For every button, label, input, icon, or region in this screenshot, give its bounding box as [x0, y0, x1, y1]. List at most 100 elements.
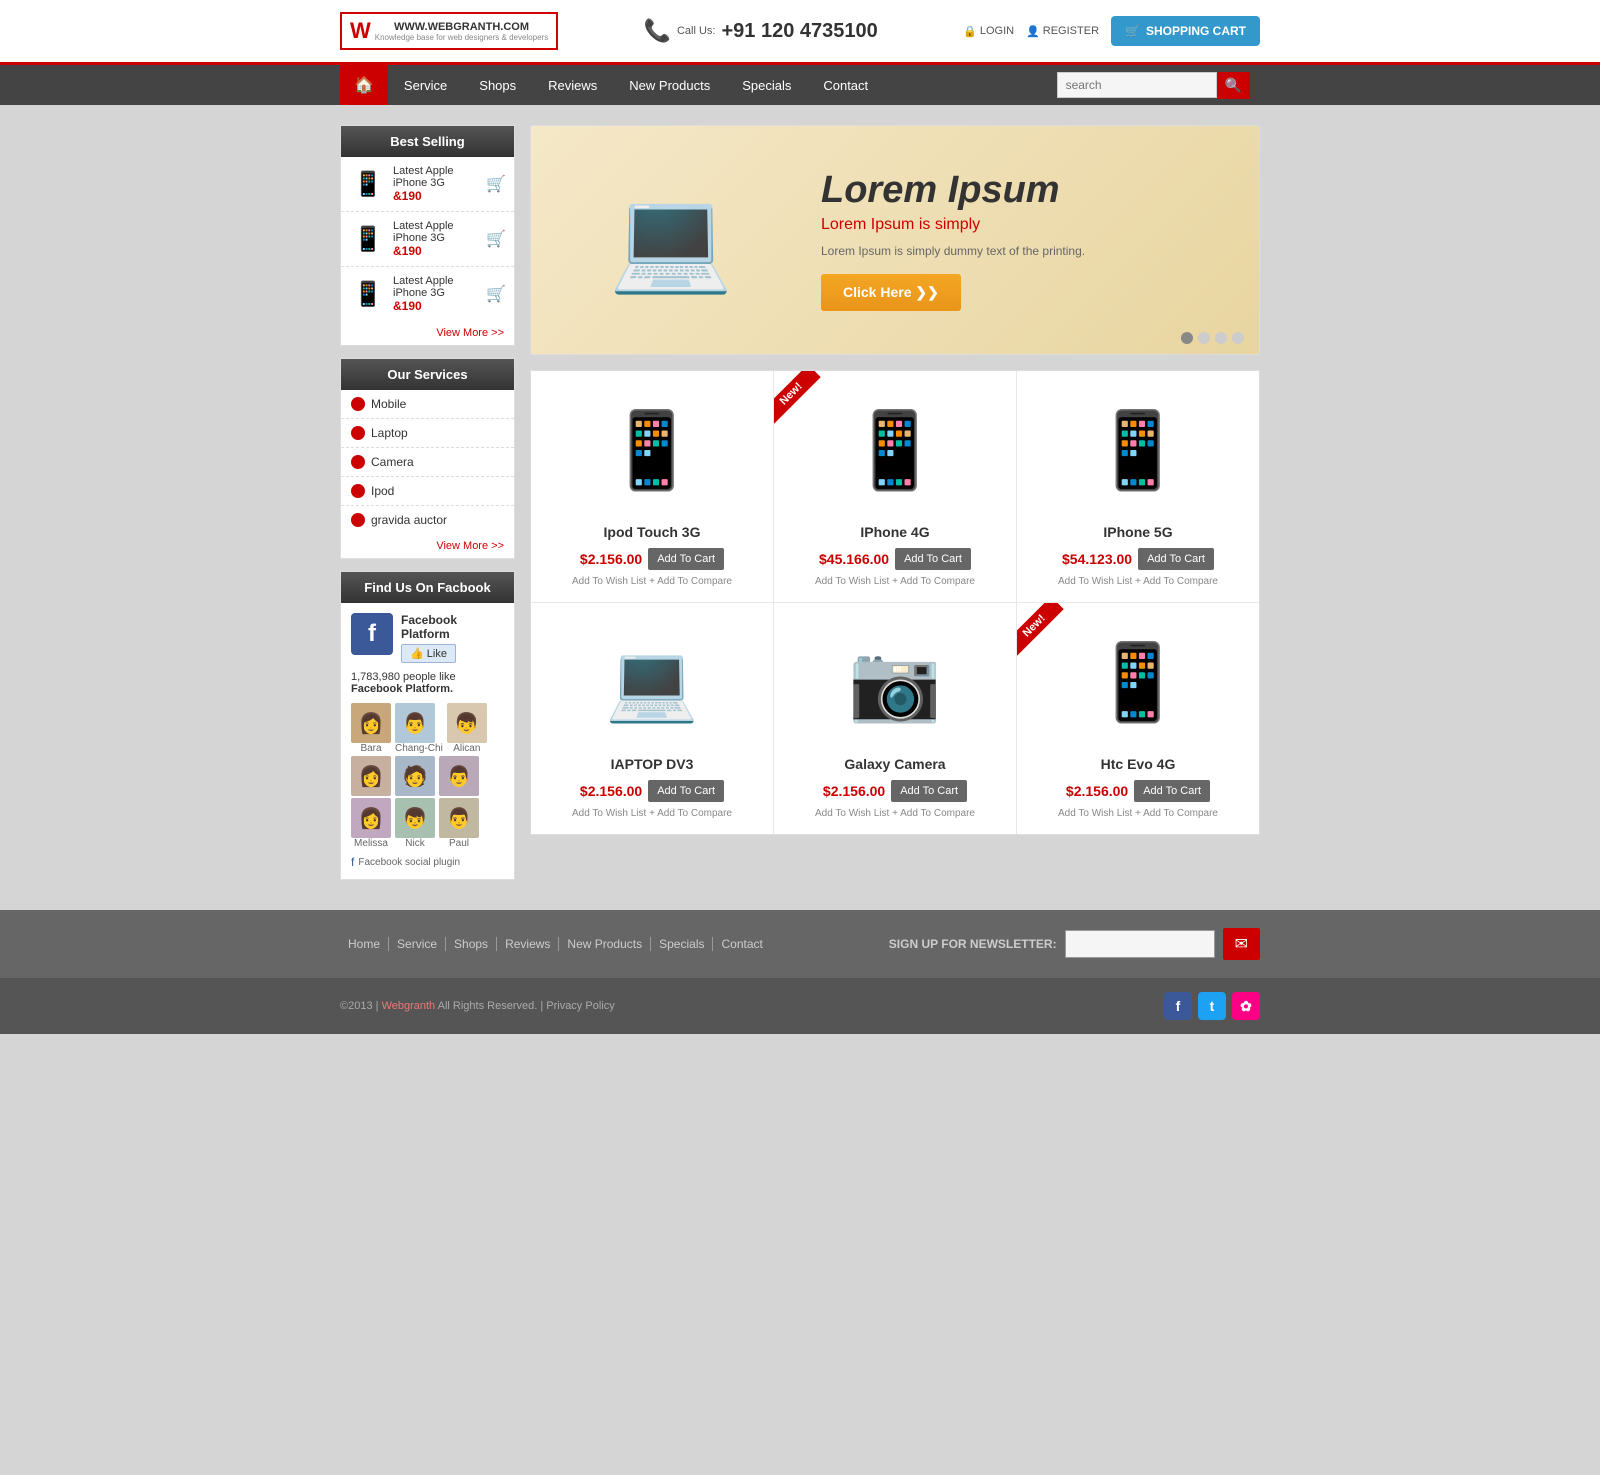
product-4-image: 💻: [546, 618, 758, 748]
view-more-products[interactable]: View More >>: [341, 321, 514, 345]
product-3-image: 📱: [1032, 386, 1244, 516]
add-to-cart-4[interactable]: Add To Cart: [648, 780, 724, 802]
add-to-cart-1[interactable]: Add To Cart: [648, 548, 724, 570]
product-3-name: IPhone 5G: [1032, 524, 1244, 540]
footer-nav-section: Home Service Shops Reviews New Products …: [0, 910, 1600, 978]
facebook-title: Find Us On Facbook: [341, 572, 514, 603]
product-card-4: 💻 IAPTOP DV3 $2.156.00 Add To Cart Add T…: [531, 603, 773, 834]
service-dot-5: [351, 513, 365, 527]
product-2-actions: Add To Wish List + Add To Compare: [789, 576, 1001, 587]
fb-avatar-row2: 👩 🧑 👨: [351, 756, 504, 796]
cart-add-icon-2[interactable]: 🛒: [486, 229, 506, 249]
fb-avatar-bara: 👩: [351, 703, 391, 743]
service-dot-4: [351, 484, 365, 498]
dot-3[interactable]: [1215, 332, 1227, 344]
facebook-section: Find Us On Facbook f Facebook Platform 👍…: [340, 571, 515, 880]
newsletter-submit[interactable]: ✉: [1223, 928, 1260, 960]
logo-text: WWW.WEBGRANTH.COM: [375, 21, 548, 33]
footer-shops[interactable]: Shops: [446, 937, 497, 951]
product-3-actions: Add To Wish List + Add To Compare: [1032, 576, 1244, 587]
cart-add-icon-3[interactable]: 🛒: [486, 284, 506, 304]
banner-cta-button[interactable]: Click Here ❯❯: [821, 274, 961, 311]
fb-avatar-nick: 👦: [395, 798, 435, 838]
service-ipod[interactable]: Ipod: [341, 477, 514, 506]
search-input[interactable]: [1057, 72, 1217, 98]
fb-avatar-row3: 👩 Melissa 👦 Nick 👨 Paul: [351, 798, 504, 849]
footer-service[interactable]: Service: [389, 937, 446, 951]
add-to-cart-2[interactable]: Add To Cart: [895, 548, 971, 570]
compare-1[interactable]: + Add To Compare: [649, 576, 732, 587]
wish-list-4[interactable]: Add To Wish List: [572, 808, 646, 819]
product-name-3: Latest Apple iPhone 3G: [393, 275, 480, 299]
compare-2[interactable]: + Add To Compare: [892, 576, 975, 587]
service-dot-1: [351, 397, 365, 411]
nav-specials[interactable]: Specials: [726, 68, 807, 103]
nav-contact[interactable]: Contact: [807, 68, 884, 103]
dot-4[interactable]: [1232, 332, 1244, 344]
brand-link[interactable]: Webgranth: [382, 1000, 436, 1012]
view-more-services[interactable]: View More >>: [341, 534, 514, 558]
banner-dots: [1181, 332, 1244, 344]
login-button[interactable]: 🔒 LOGIN: [963, 25, 1014, 38]
banner-laptop-visual: 💻: [531, 130, 801, 350]
wish-list-6[interactable]: Add To Wish List: [1058, 808, 1132, 819]
product-card-3: 📱 IPhone 5G $54.123.00 Add To Cart Add T…: [1017, 371, 1259, 602]
logo: W WWW.WEBGRANTH.COM Knowledge base for w…: [340, 12, 558, 50]
add-to-cart-3[interactable]: Add To Cart: [1138, 548, 1214, 570]
nav-home[interactable]: 🏠: [340, 65, 388, 105]
fb-people-text: 1,783,980 people like Facebook Platform.: [351, 671, 504, 695]
cart-add-icon-1[interactable]: 🛒: [486, 174, 506, 194]
product-card-1: 📱 Ipod Touch 3G $2.156.00 Add To Cart Ad…: [531, 371, 773, 602]
compare-3[interactable]: + Add To Compare: [1135, 576, 1218, 587]
sidebar-product-2: 📱 Latest Apple iPhone 3G &190 🛒: [341, 212, 514, 267]
add-to-cart-6[interactable]: Add To Cart: [1134, 780, 1210, 802]
fb-like-button[interactable]: 👍 Like: [401, 644, 456, 663]
wish-list-3[interactable]: Add To Wish List: [1058, 576, 1132, 587]
banner-subtitle: Lorem Ipsum is simply: [821, 216, 1239, 234]
product-4-price: $2.156.00: [580, 783, 642, 799]
fb-platform-name: Facebook Platform: [401, 613, 504, 641]
newsletter-input[interactable]: [1065, 930, 1215, 958]
nav-reviews[interactable]: Reviews: [532, 68, 613, 103]
add-to-cart-5[interactable]: Add To Cart: [891, 780, 967, 802]
compare-5[interactable]: + Add To Compare: [892, 808, 975, 819]
banner: 💻 Lorem Ipsum Lorem Ipsum is simply Lore…: [530, 125, 1260, 355]
newsletter-section: SIGN UP FOR NEWSLETTER: ✉: [889, 928, 1260, 960]
nav-new-products[interactable]: New Products: [613, 68, 726, 103]
footer-new-products[interactable]: New Products: [559, 937, 651, 951]
search-button[interactable]: 🔍: [1217, 72, 1250, 99]
fb-logo-box: f: [351, 613, 393, 655]
compare-6[interactable]: + Add To Compare: [1135, 808, 1218, 819]
service-camera[interactable]: Camera: [341, 448, 514, 477]
footer-home[interactable]: Home: [340, 937, 389, 951]
nav-shops[interactable]: Shops: [463, 68, 532, 103]
nav-service[interactable]: Service: [388, 68, 463, 103]
wish-list-1[interactable]: Add To Wish List: [572, 576, 646, 587]
dot-2[interactable]: [1198, 332, 1210, 344]
facebook-social-icon[interactable]: f: [1164, 992, 1192, 1020]
twitter-social-icon[interactable]: t: [1198, 992, 1226, 1020]
dot-1[interactable]: [1181, 332, 1193, 344]
services-section: Our Services Mobile Laptop Camera Ipod g…: [340, 358, 515, 559]
footer-specials[interactable]: Specials: [651, 937, 713, 951]
product-price-3: &190: [393, 299, 480, 313]
new-ribbon-6: New!: [1017, 603, 1080, 666]
compare-4[interactable]: + Add To Compare: [649, 808, 732, 819]
footer-contact[interactable]: Contact: [713, 937, 770, 951]
service-gravida[interactable]: gravida auctor: [341, 506, 514, 534]
service-mobile[interactable]: Mobile: [341, 390, 514, 419]
wish-list-5[interactable]: Add To Wish List: [815, 808, 889, 819]
cart-button[interactable]: 🛒 SHOPPING CART: [1111, 16, 1260, 46]
product-name-2: Latest Apple iPhone 3G: [393, 220, 480, 244]
product-icon-1: 📱: [349, 170, 387, 199]
register-button[interactable]: 👤 REGISTER: [1026, 25, 1099, 38]
sidebar: Best Selling 📱 Latest Apple iPhone 3G &1…: [340, 125, 515, 880]
footer-reviews[interactable]: Reviews: [497, 937, 559, 951]
flickr-social-icon[interactable]: ✿: [1232, 992, 1260, 1020]
phone-section: 📞 Call Us: +91 120 4735100: [644, 18, 878, 44]
logo-tagline: Knowledge base for web designers & devel…: [375, 33, 548, 42]
best-selling-section: Best Selling 📱 Latest Apple iPhone 3G &1…: [340, 125, 515, 346]
product-card-2: New! 📱 IPhone 4G $45.166.00 Add To Cart …: [774, 371, 1016, 602]
service-laptop[interactable]: Laptop: [341, 419, 514, 448]
wish-list-2[interactable]: Add To Wish List: [815, 576, 889, 587]
